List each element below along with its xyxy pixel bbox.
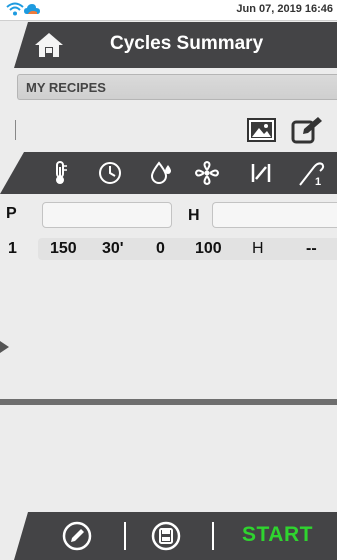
h-field[interactable] [212, 202, 337, 228]
footer-divider [212, 522, 214, 550]
probe-value: -- [306, 240, 317, 257]
step-index: 1 [8, 240, 17, 257]
h-label: H [188, 207, 200, 224]
edit-recipe-icon[interactable] [291, 116, 323, 144]
my-recipes-button[interactable]: MY RECIPES [17, 74, 337, 100]
cloud-icon [24, 4, 40, 14]
my-recipes-label: MY RECIPES [26, 80, 106, 95]
steam-valve-icon [251, 164, 271, 182]
footer-divider [124, 522, 126, 550]
save-icon[interactable] [151, 521, 181, 551]
bottom-bar: START [0, 512, 337, 560]
fan-value: 100 [195, 240, 222, 257]
title-bar: Cycles Summary [0, 22, 337, 68]
status-bar: Jun 07, 2019 16:46 [0, 0, 337, 21]
time-value: 30' [102, 240, 124, 257]
divider [0, 399, 337, 405]
thermometer-icon [56, 161, 67, 184]
home-icon[interactable] [34, 31, 64, 59]
clock-icon [99, 162, 121, 184]
image-icon[interactable] [247, 118, 276, 142]
name-field-cursor [15, 120, 16, 140]
p-label: P [6, 205, 17, 222]
parameter-header-bar: 1 [0, 152, 337, 194]
humidity-icon [150, 161, 171, 184]
table-row[interactable]: 1 150 30' 0 100 H -- [0, 238, 337, 262]
fan-icon [194, 161, 220, 185]
temperature-value: 150 [50, 240, 77, 257]
p-field[interactable] [42, 202, 172, 228]
probe-icon: 1 [299, 162, 325, 187]
date-time: Jun 07, 2019 16:46 [236, 3, 333, 15]
page-title: Cycles Summary [110, 33, 264, 54]
arrow-right-icon [0, 341, 9, 353]
phase-row: P H [0, 202, 337, 228]
start-button[interactable]: START [242, 523, 313, 547]
humidity-value: 0 [156, 240, 165, 257]
pencil-icon[interactable] [62, 521, 92, 551]
probe-number: 1 [315, 176, 321, 187]
wifi-icon [6, 2, 24, 16]
valve-value: H [252, 240, 264, 257]
